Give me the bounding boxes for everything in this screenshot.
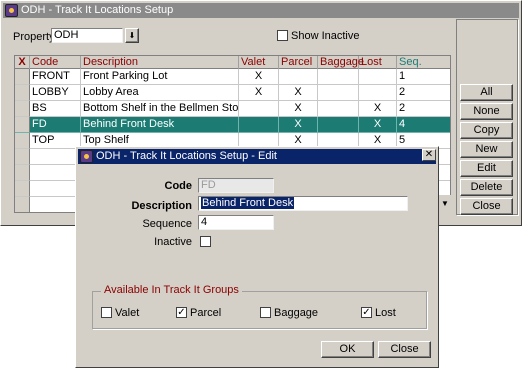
inactive-label: Inactive — [154, 236, 192, 248]
col-header-lost[interactable]: Lost — [359, 56, 397, 69]
description-label: Description — [131, 200, 192, 212]
baggage-checkbox[interactable] — [260, 307, 271, 318]
row-selector[interactable] — [15, 165, 30, 181]
cell-baggage — [318, 117, 359, 133]
parcel-checkbox[interactable]: ✓ — [176, 307, 187, 318]
col-header-parcel[interactable]: Parcel — [279, 56, 318, 69]
col-header-description[interactable]: Description — [81, 56, 239, 69]
show-inactive-checkbox[interactable] — [277, 30, 288, 41]
col-header-baggage[interactable]: Baggage — [318, 56, 364, 69]
cell-lost — [359, 69, 397, 85]
col-header-code[interactable]: Code — [30, 56, 81, 69]
cell-parcel: X — [279, 85, 318, 101]
table-row[interactable]: LOBBY Lobby Area X X 2 — [15, 85, 450, 101]
edit-dialog: ODH - Track It Locations Setup - Edit ✕ … — [75, 146, 439, 368]
cell-code: TOP — [30, 133, 81, 149]
sequence-value: 4 — [201, 216, 208, 228]
parcel-label: Parcel — [190, 307, 222, 319]
main-window-title: ODH - Track It Locations Setup — [21, 4, 174, 16]
new-button[interactable]: New — [460, 141, 513, 158]
cell-description: Lobby Area — [81, 85, 239, 101]
edit-button[interactable]: Edit — [460, 160, 513, 177]
lost-checkbox[interactable]: ✓ — [361, 307, 372, 318]
property-value: ODH — [54, 29, 79, 41]
row-selector[interactable] — [15, 85, 30, 101]
sequence-field[interactable]: 4 — [198, 215, 274, 230]
cell-lost: X — [359, 101, 397, 117]
ok-button[interactable]: OK — [321, 341, 374, 358]
col-header-seq[interactable]: Seq. — [397, 56, 450, 69]
dialog-close-icon[interactable]: ✕ — [422, 149, 436, 161]
cell-parcel — [279, 69, 318, 85]
cell-valet — [239, 101, 279, 117]
edit-dialog-title: ODH - Track It Locations Setup - Edit — [96, 150, 277, 162]
cell-seq: 2 — [397, 85, 450, 101]
cell-lost — [359, 85, 397, 101]
cell-seq: 4 — [397, 117, 450, 133]
dropdown-arrow-icon: ⬇ — [128, 31, 136, 40]
edit-title-bar[interactable]: ODH - Track It Locations Setup - Edit — [78, 149, 436, 164]
property-dropdown-button[interactable]: ⬇ — [125, 28, 139, 43]
description-value: Behind Front Desk — [201, 197, 295, 209]
grid-header: X Code Description Valet Parcel Baggage … — [15, 56, 450, 69]
inactive-checkbox[interactable] — [200, 236, 211, 247]
cell-valet: X — [239, 85, 279, 101]
cell-seq: 1 — [397, 69, 450, 85]
cell-code: BS — [30, 101, 81, 117]
valet-label: Valet — [115, 307, 140, 319]
table-row[interactable]: FRONT Front Parking Lot X 1 — [15, 69, 450, 85]
cell-baggage — [318, 101, 359, 117]
groups-title: Available In Track It Groups — [101, 284, 242, 296]
row-selector[interactable] — [15, 149, 30, 165]
cell-code: FRONT — [30, 69, 81, 85]
table-row[interactable]: BS Bottom Shelf in the Bellmen Storage C… — [15, 101, 450, 117]
col-header-x[interactable]: X — [15, 56, 30, 69]
cell-baggage — [318, 85, 359, 101]
valet-checkbox[interactable] — [101, 307, 112, 318]
code-field: FD — [198, 178, 274, 193]
close-button[interactable]: Close — [460, 198, 513, 215]
baggage-label: Baggage — [274, 307, 319, 319]
copy-button[interactable]: Copy — [460, 122, 513, 139]
row-selector[interactable] — [15, 101, 30, 117]
show-inactive-label: Show Inactive — [291, 30, 360, 42]
all-button[interactable]: All — [460, 84, 513, 101]
code-value: FD — [201, 179, 216, 191]
sequence-label: Sequence — [142, 218, 192, 230]
cell-valet — [239, 117, 279, 133]
dialog-close-button[interactable]: Close — [378, 341, 431, 358]
property-field[interactable]: ODH — [51, 28, 123, 43]
cell-seq: 2 — [397, 101, 450, 117]
app-icon — [5, 4, 18, 17]
cell-lost: X — [359, 117, 397, 133]
cell-description: Front Parking Lot — [81, 69, 239, 85]
cell-description: Behind Front Desk — [81, 117, 239, 133]
row-selector[interactable] — [15, 181, 30, 197]
row-selector[interactable] — [15, 197, 30, 212]
cell-description: Bottom Shelf in the Bellmen Storage C — [81, 101, 239, 117]
cell-code: LOBBY — [30, 85, 81, 101]
row-selector[interactable] — [15, 133, 30, 149]
track-it-groups-box: Available In Track It Groups Valet ✓ Par… — [92, 284, 427, 329]
col-header-valet[interactable]: Valet — [239, 56, 279, 69]
table-row-selected[interactable]: FD Behind Front Desk X X 4 — [15, 117, 450, 133]
property-label: Property — [13, 31, 55, 43]
app-icon — [80, 150, 93, 163]
delete-button[interactable]: Delete — [460, 179, 513, 196]
row-selector[interactable] — [15, 117, 30, 133]
none-button[interactable]: None — [460, 103, 513, 120]
cell-code: FD — [30, 117, 81, 133]
cell-parcel: X — [279, 101, 318, 117]
grid-scroll-down-arrow-icon[interactable]: ▼ — [438, 195, 451, 213]
cell-parcel: X — [279, 117, 318, 133]
main-title-bar[interactable]: ODH - Track It Locations Setup — [3, 3, 519, 18]
code-label: Code — [164, 180, 193, 192]
cell-baggage — [318, 69, 359, 85]
description-field[interactable]: Behind Front Desk — [198, 196, 408, 211]
row-selector[interactable] — [15, 69, 30, 85]
lost-label: Lost — [375, 307, 396, 319]
cell-valet: X — [239, 69, 279, 85]
